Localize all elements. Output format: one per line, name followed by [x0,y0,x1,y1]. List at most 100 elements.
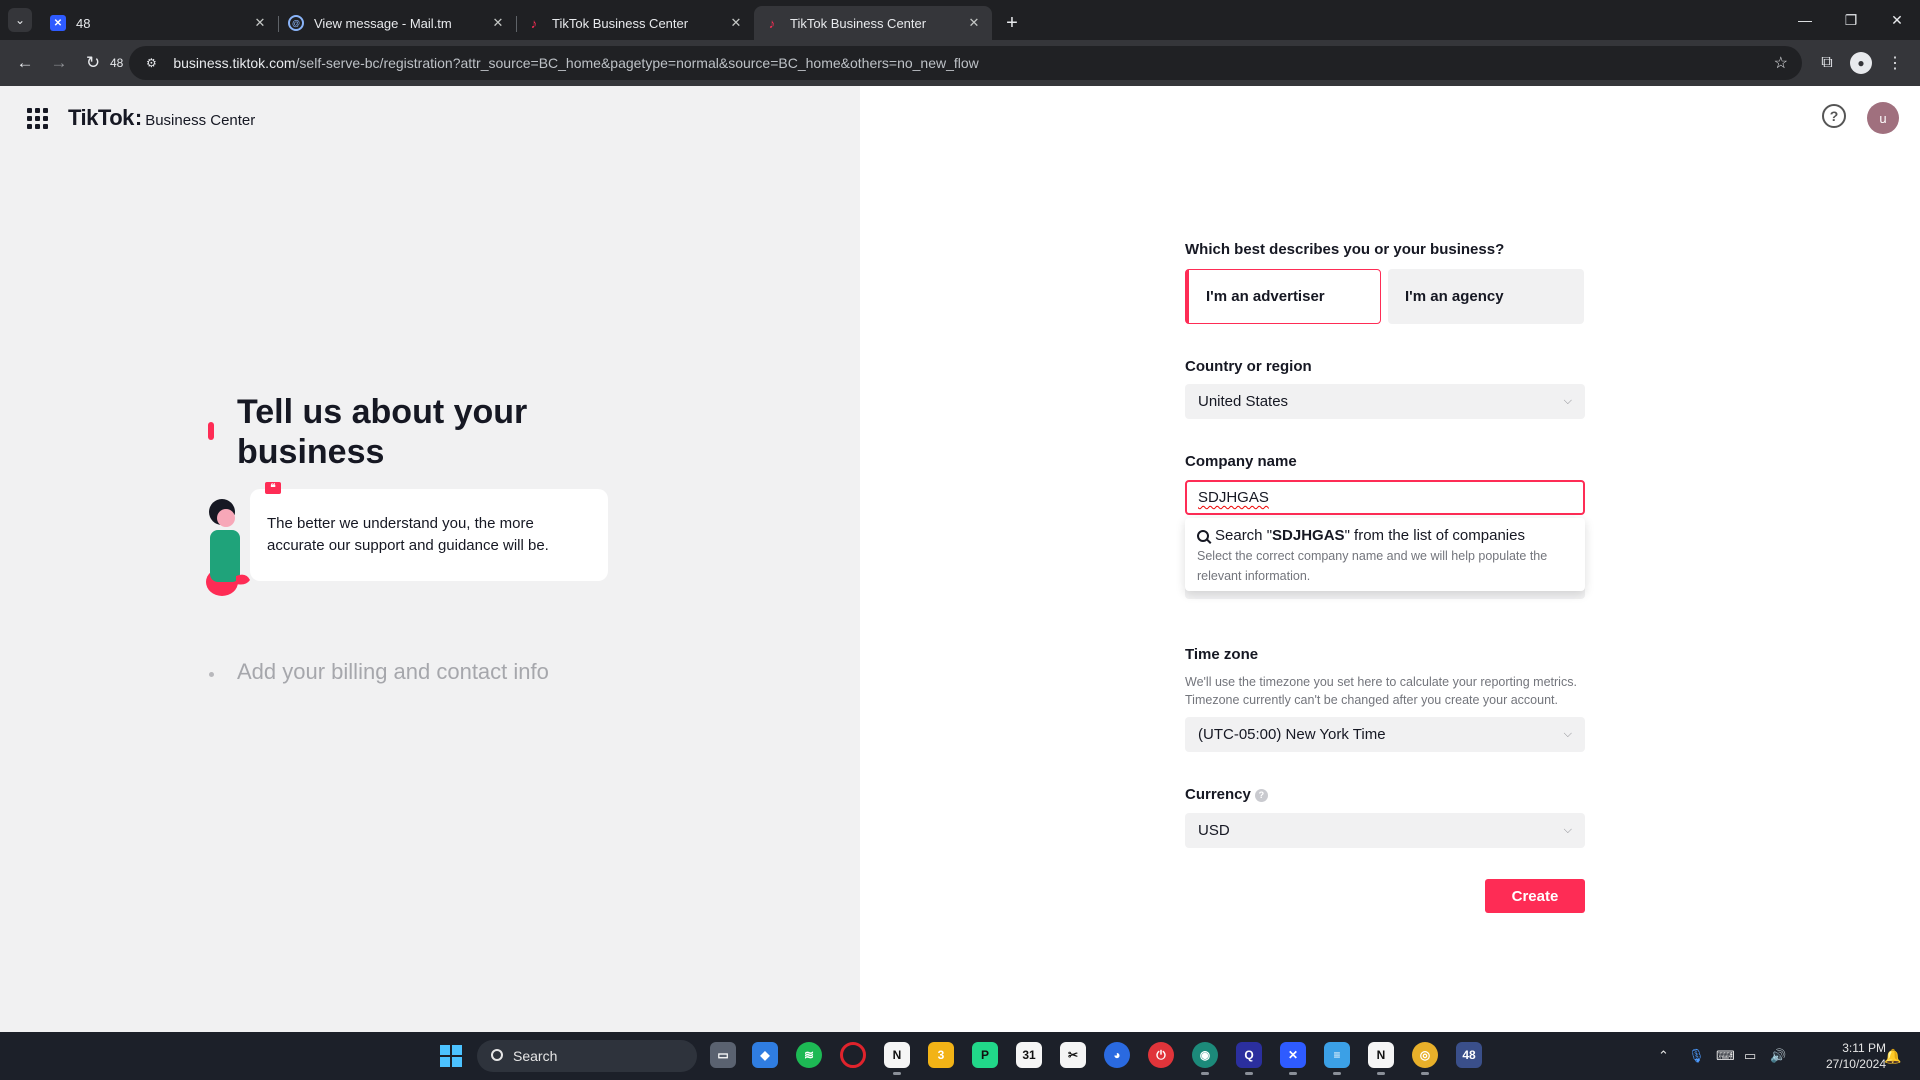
notification-bell-icon[interactable]: 🔔 [1884,1048,1901,1065]
network-icon[interactable]: ▭ [1744,1032,1756,1080]
step-title-inactive: Add your billing and contact info [237,659,549,684]
help-icon[interactable]: ? [1822,104,1846,128]
back-icon[interactable]: ← [8,46,42,80]
browser-tab[interactable]: ✕ 48 ✕ [40,6,278,40]
close-tab-icon[interactable]: ✕ [966,15,982,31]
company-name-input[interactable]: SDJHGAS [1185,480,1585,515]
timezone-helper: We'll use the timezone you set here to c… [1185,675,1577,707]
logo-subtitle: Business Center [145,112,256,129]
spotify-icon[interactable]: ≋ [796,1042,822,1068]
timezone-label: Time zone [1185,646,1259,663]
tab-title: TikTok Business Center [790,15,927,31]
proton-icon[interactable]: Q [1236,1042,1262,1075]
step-title: Tell us about your business [237,393,528,471]
extension-count: 48 [110,56,124,70]
close-window-icon[interactable]: ✕ [1874,0,1920,40]
profile-icon[interactable]: ● [1844,46,1878,80]
reload-icon[interactable]: ↻ [76,46,110,80]
currency-select[interactable]: USD ⌵ [1185,813,1585,848]
tray-chevron-icon[interactable]: ⌃ [1658,1032,1669,1080]
at-icon: @ [288,15,304,31]
browser-tab[interactable]: ♪ TikTok Business Center ✕ [516,6,754,40]
forward-icon[interactable]: → [42,46,76,80]
pycharm-icon[interactable]: P [972,1042,998,1068]
browser-icon[interactable]: ◉ [1192,1042,1218,1075]
address-toolbar: ← → ↻ 48 ⚙ business.tiktok.com/self-serv… [0,40,1920,86]
taskbar-clock[interactable]: 3:11 PM 27/10/2024 [1820,1040,1886,1072]
tiktok-icon: ♪ [530,15,538,31]
files-icon[interactable]: 3 [928,1042,954,1068]
window-controls: — ❐ ✕ [1782,0,1920,40]
apps-grid-icon[interactable] [20,101,54,135]
dropdown-hint: Select the correct company name and we w… [1197,549,1548,583]
search-icon [1197,529,1209,542]
maps-icon[interactable]: ◆ [752,1042,778,1068]
browser-tab-active[interactable]: ♪ TikTok Business Center ✕ [754,6,992,40]
company-search-option[interactable]: Search " SDJHGAS " from the list of compan… [1197,527,1573,544]
close-tab-icon[interactable]: ✕ [490,15,506,31]
capcut-icon[interactable]: ✂ [1060,1042,1086,1068]
volume-icon[interactable]: 🔊 [1770,1032,1786,1080]
minimize-icon[interactable]: — [1782,0,1828,40]
new-tab-button[interactable]: + [998,9,1026,37]
tab-title: 48 [76,15,91,31]
company-name-label: Company name [1185,453,1297,470]
country-select[interactable]: United States ⌵ [1185,384,1585,419]
create-button[interactable]: Create [1485,879,1585,913]
restore-icon[interactable]: ❐ [1828,0,1874,40]
tab-search-icon[interactable]: ⌄ [8,8,32,32]
close-tab-icon[interactable]: ✕ [252,15,268,31]
tiktok-logo[interactable]: TikTok: Business Center [68,105,255,131]
chrome-icon[interactable]: ◎ [1412,1042,1438,1075]
avatar[interactable]: u [1867,102,1899,134]
keyboard-icon[interactable]: ⌨ [1716,1032,1735,1080]
active-step-indicator [208,422,214,440]
timezone-select[interactable]: (UTC-05:00) New York Time ⌵ [1185,717,1585,752]
close-tab-icon[interactable]: ✕ [728,15,744,31]
notepad-icon[interactable]: ≡ [1324,1042,1350,1075]
timezone-value: (UTC-05:00) New York Time [1198,726,1386,743]
browser-tab-bar: ⌄ ✕ 48 ✕ @ View message - Mail.tm ✕ ♪ Ti… [0,0,1920,40]
inactive-step-dot [209,672,214,677]
menu-kebab-icon[interactable]: ⋮ [1878,46,1912,80]
chevron-down-icon: ⌵ [1563,824,1572,836]
business-type-label: Which best describes you or your busines… [1185,241,1505,258]
search-icon [491,1049,503,1061]
company-search-dropdown[interactable]: Search " SDJHGAS " from the list of compan… [1185,518,1585,591]
url-text[interactable]: business.tiktok.com/self-serve-bc/regist… [173,55,1773,71]
agency-option[interactable]: I'm an agency [1388,269,1584,324]
extensions-icon[interactable]: ⧉ [1810,46,1844,80]
country-label: Country or region [1185,358,1312,375]
url-bar[interactable]: ⚙ business.tiktok.com/self-serve-bc/regi… [129,46,1802,80]
notion-badge-icon[interactable]: N [1368,1042,1394,1075]
x-icon: ✕ [50,15,66,31]
chevron-down-icon: ⌵ [1563,395,1572,407]
site-info-icon[interactable]: ⚙ [139,51,163,75]
microphone-icon[interactable]: 🎙 [1688,1032,1705,1080]
chevron-down-icon: ⌵ [1563,728,1572,740]
x-app-icon[interactable]: ✕ [1280,1042,1306,1075]
tiktok-icon: ♪ [768,15,776,31]
tab-title: TikTok Business Center [552,15,689,31]
power-icon[interactable]: ⏻ [1148,1042,1174,1068]
notion-icon[interactable]: N [884,1042,910,1075]
currency-value: USD [1198,822,1230,839]
advertiser-option[interactable]: I'm an advertiser [1185,269,1381,324]
info-icon[interactable]: ? [1254,788,1268,802]
file-explorer-icon[interactable]: ▭ [710,1042,736,1068]
bookmark-star-icon[interactable]: ☆ [1774,53,1788,73]
windows-start-icon[interactable] [440,1045,462,1067]
country-value: United States [1198,393,1289,410]
browser-tab[interactable]: @ View message - Mail.tm ✕ [278,6,516,40]
currency-label: Currency? [1185,786,1268,803]
company-name-value: SDJHGAS [1198,489,1269,506]
calendar-icon[interactable]: 31 [1016,1042,1042,1068]
taskbar-search[interactable]: Search [477,1040,697,1072]
page-header: TikTok: Business Center [0,86,1920,150]
firefox-icon[interactable]: ◕ [1104,1042,1130,1068]
app-48-icon[interactable]: 48 [1456,1042,1482,1068]
opera-icon[interactable] [840,1042,866,1068]
quote-icon: ❝ [265,482,281,494]
tip-card: The better we understand you, the more a… [250,489,608,581]
page: TikTok: Business Center ? u Tell us abou… [0,86,1920,1032]
